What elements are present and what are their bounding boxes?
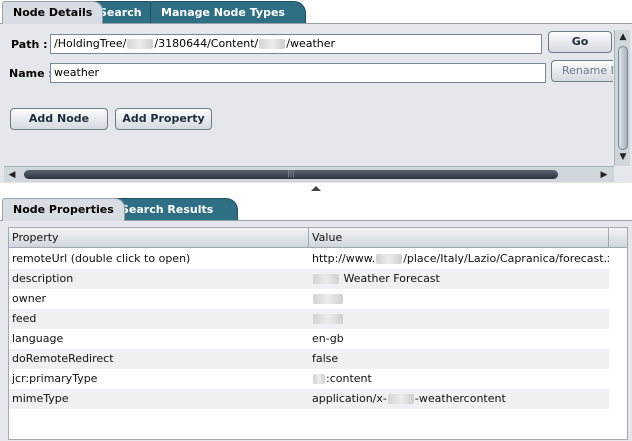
tab-search-results[interactable]: Search Results — [110, 198, 239, 221]
top-tab-bar: Node Details Search Manage Node Types — [0, 0, 632, 24]
name-label: Name : — [9, 67, 53, 80]
tab-node-properties[interactable]: Node Properties — [2, 198, 125, 221]
add-node-button[interactable]: Add Node — [10, 108, 108, 130]
horizontal-scroll-thumb[interactable]: ||| — [24, 170, 558, 179]
name-value: weather — [54, 66, 100, 79]
table-row[interactable]: doRemoteRedirect false — [9, 349, 609, 369]
value-text: /place/Italy/Lazio/Capranica/forecast.xm… — [403, 252, 609, 265]
value-cell — [309, 289, 609, 309]
value-cell: http://www. /place/Italy/Lazio/Capranica/… — [309, 249, 609, 269]
table-row[interactable]: mimeType application/x- -weathercontent — [9, 389, 609, 409]
value-cell: application/x- -weathercontent — [309, 389, 609, 409]
arrow-right-icon[interactable]: ▶ — [596, 167, 612, 183]
arrow-up-icon[interactable]: ▲ — [615, 30, 631, 44]
property-cell: remoteUrl (double click to open) — [12, 252, 191, 265]
table-row[interactable]: language en-gb — [9, 329, 609, 349]
go-button[interactable]: Go — [548, 31, 612, 53]
redacted-text — [313, 314, 343, 324]
properties-table: Property Value remoteUrl (double click t… — [8, 227, 628, 440]
value-cell: en-gb — [312, 332, 344, 345]
redacted-text — [313, 274, 339, 284]
value-cell: Weather Forecast — [309, 269, 609, 289]
property-cell: description — [12, 272, 74, 285]
property-cell: language — [12, 332, 64, 345]
path-label: Path : — [11, 38, 48, 51]
path-segment: /HoldingTree/ — [54, 37, 127, 50]
path-segment: /weather — [286, 37, 336, 50]
table-row[interactable]: owner — [9, 289, 609, 309]
details-horizontal-scrollbar[interactable]: ◀ ||| ▶ — [4, 166, 614, 182]
table-row[interactable]: feed — [9, 309, 609, 329]
property-cell: doRemoteRedirect — [12, 352, 114, 365]
name-input[interactable]: weather — [50, 63, 546, 83]
grip-icon: ||| — [287, 170, 295, 178]
rename-button[interactable]: Rename N — [551, 60, 613, 82]
table-row[interactable]: remoteUrl (double click to open) http://… — [9, 249, 609, 269]
value-text: Weather Forecast — [340, 272, 440, 285]
table-header: Property Value — [9, 228, 627, 248]
property-cell: mimeType — [12, 392, 69, 405]
table-row[interactable]: description Weather Forecast — [9, 269, 609, 289]
property-cell: feed — [12, 312, 37, 325]
panel-splitter[interactable] — [0, 183, 632, 197]
path-input[interactable]: /HoldingTree/ /3180644/Content/ /weather — [50, 34, 542, 54]
redacted-text — [387, 394, 414, 404]
redacted-text — [259, 39, 286, 49]
path-segment: /3180644/Content/ — [154, 37, 259, 50]
value-cell: false — [312, 352, 339, 365]
arrow-down-icon[interactable]: ▼ — [615, 150, 631, 164]
redacted-text — [313, 294, 343, 304]
property-cell: jcr:primaryType — [12, 372, 98, 385]
value-text: -weathercontent — [414, 392, 506, 405]
column-header-value[interactable]: Value — [309, 228, 609, 248]
column-header-property[interactable]: Property — [9, 228, 309, 248]
table-row[interactable]: jcr:primaryType :content — [9, 369, 609, 389]
redacted-text — [127, 39, 154, 49]
details-vertical-scrollbar[interactable]: ▲ ▼ — [614, 30, 630, 166]
tab-manage-node-types[interactable]: Manage Node Types — [150, 1, 306, 24]
redacted-text — [376, 254, 403, 264]
property-cell: owner — [12, 292, 46, 305]
value-cell — [309, 309, 609, 329]
value-text: application/x- — [312, 392, 387, 405]
value-text: :content — [326, 372, 372, 385]
node-details-panel: Path : /HoldingTree/ /3180644/Content/ /we… — [0, 23, 632, 183]
arrow-left-icon[interactable]: ◀ — [4, 167, 20, 183]
node-properties-panel: Property Value remoteUrl (double click t… — [0, 220, 632, 441]
value-text: http://www. — [312, 252, 376, 265]
add-property-button[interactable]: Add Property — [115, 108, 212, 130]
redacted-text — [313, 374, 325, 384]
value-cell: :content — [309, 369, 609, 389]
bottom-tab-bar: Node Properties Search Results — [0, 197, 632, 221]
collapse-up-icon[interactable] — [311, 186, 321, 191]
tab-node-details[interactable]: Node Details — [2, 1, 104, 24]
vertical-scroll-thumb[interactable] — [618, 46, 628, 150]
